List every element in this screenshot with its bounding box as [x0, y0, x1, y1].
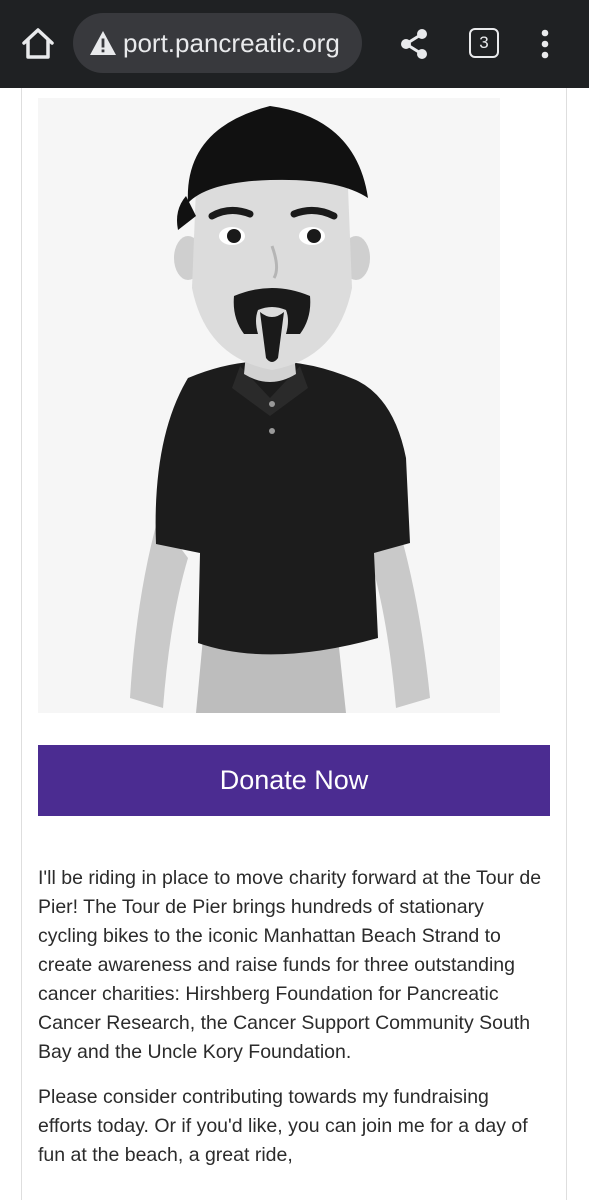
url-text[interactable]: port.pancreatic.org	[123, 13, 340, 73]
warning-icon[interactable]	[89, 30, 117, 56]
browser-toolbar: port.pancreatic.org 3	[0, 0, 589, 88]
story-text: I'll be riding in place to move charity …	[38, 864, 548, 1186]
share-icon[interactable]	[396, 26, 432, 62]
more-vert-icon[interactable]	[533, 26, 557, 62]
donate-now-button[interactable]: Donate Now	[38, 745, 550, 816]
avatar-illustration	[130, 106, 430, 713]
home-icon[interactable]	[18, 24, 58, 64]
address-bar[interactable]: port.pancreatic.org	[73, 13, 362, 73]
story-paragraph-1: I'll be riding in place to move charity …	[38, 867, 542, 1063]
profile-photo	[38, 98, 500, 713]
story-paragraph-2: Please consider contributing towards my …	[38, 1086, 528, 1166]
tab-switcher-button[interactable]: 3	[469, 28, 499, 58]
